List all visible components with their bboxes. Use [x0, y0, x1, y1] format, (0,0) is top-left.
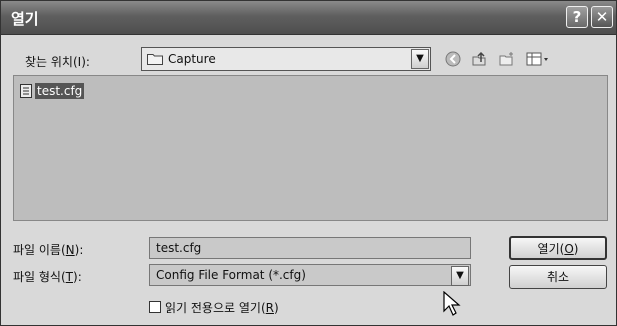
open-button[interactable]: 열기(O)	[509, 236, 607, 260]
filetype-label: 파일 형식(T):	[13, 270, 82, 284]
mouse-cursor-icon	[443, 291, 461, 316]
view-menu-button[interactable]	[525, 49, 551, 69]
up-folder-button[interactable]	[469, 49, 489, 69]
file-icon	[20, 84, 32, 98]
filetype-combo[interactable]: Config File Format (*.cfg) ▼	[149, 264, 471, 286]
filetype-dropdown-button[interactable]: ▼	[451, 266, 469, 286]
close-icon: ✕	[595, 8, 609, 26]
chevron-down-icon: ▼	[456, 270, 464, 281]
file-list[interactable]: test.cfg	[13, 75, 608, 221]
filename-label: 파일 이름(N):	[13, 243, 84, 257]
new-folder-button[interactable]	[497, 49, 517, 69]
filetype-value: Config File Format (*.cfg)	[156, 268, 306, 282]
chevron-down-icon: ▼	[416, 53, 424, 64]
new-folder-icon	[499, 52, 513, 66]
title-bar[interactable]: 열기 ? ✕	[1, 1, 616, 35]
open-dialog: 열기 ? ✕ 찾는 위치(I): Capture ▼ test.cfg 파일 이…	[0, 0, 617, 326]
dialog-title: 열기	[11, 10, 39, 28]
view-menu-icon	[526, 52, 548, 66]
question-icon: ?	[572, 8, 582, 26]
readonly-label: 읽기 전용으로 열기(R)	[165, 301, 279, 315]
file-name: test.cfg	[35, 83, 85, 99]
up-folder-icon	[472, 51, 486, 66]
filename-input[interactable]: test.cfg	[149, 237, 471, 259]
cancel-button[interactable]: 취소	[509, 265, 607, 289]
back-icon	[445, 51, 461, 67]
folder-icon	[147, 54, 163, 65]
lookin-label: 찾는 위치(I):	[25, 55, 90, 69]
back-button[interactable]	[443, 49, 463, 69]
readonly-checkbox[interactable]	[149, 301, 161, 313]
lookin-combo[interactable]: Capture ▼	[141, 47, 431, 71]
lookin-value: Capture	[168, 52, 216, 66]
lookin-dropdown-button[interactable]: ▼	[411, 49, 429, 69]
help-button[interactable]: ?	[566, 6, 588, 28]
close-button[interactable]: ✕	[591, 6, 613, 28]
